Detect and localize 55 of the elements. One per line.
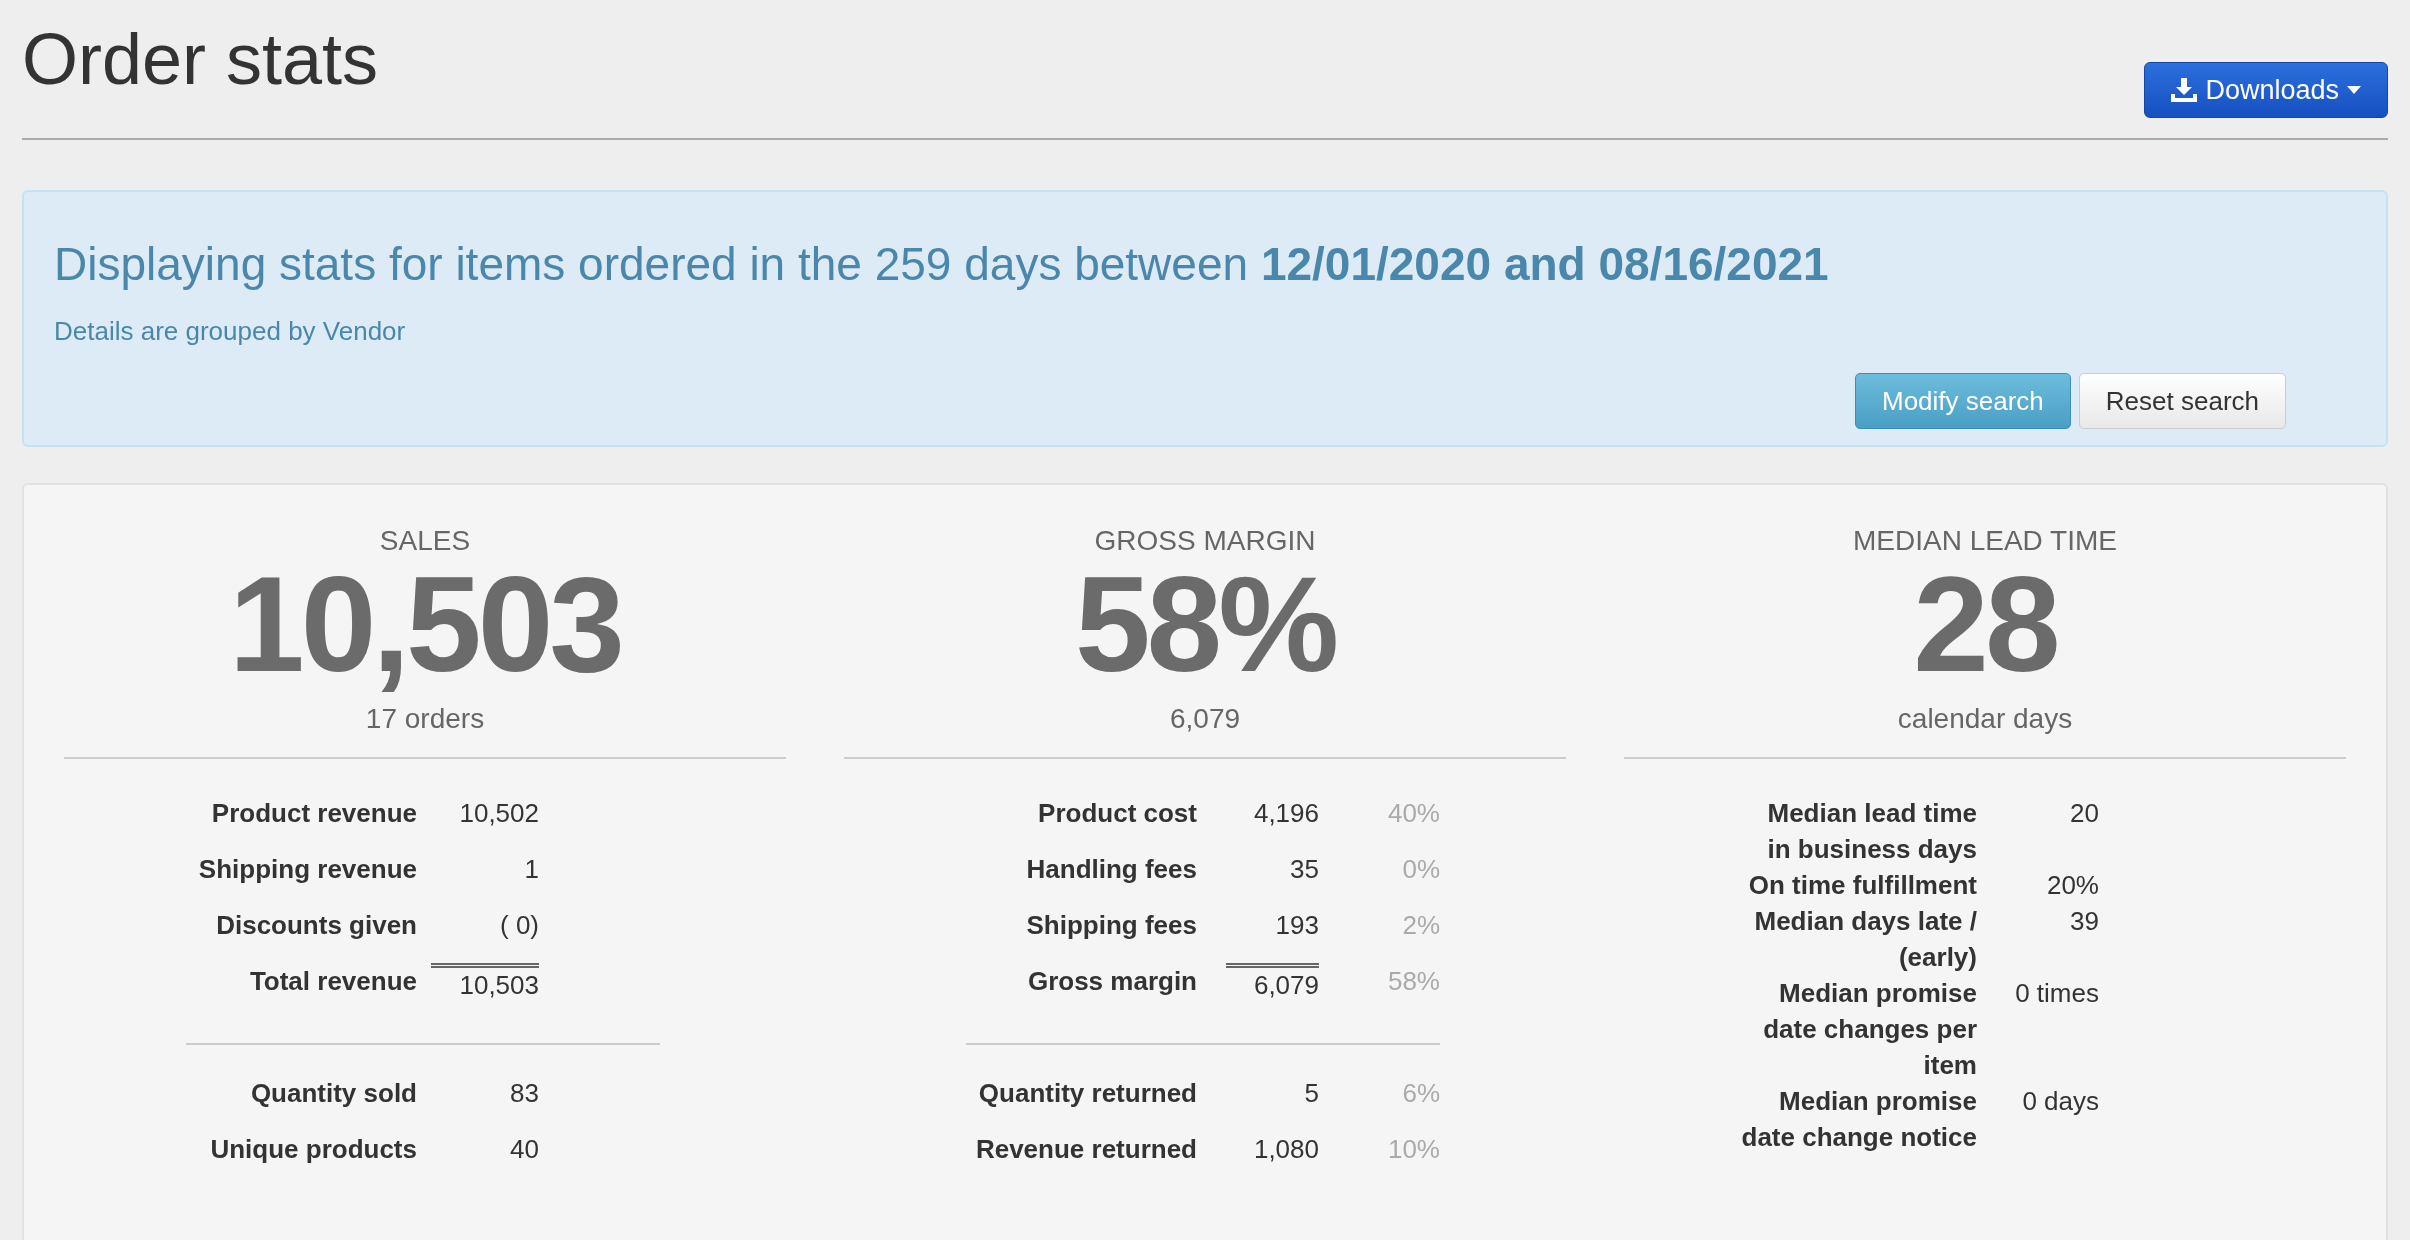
reset-search-button[interactable]: Reset search — [2078, 373, 2286, 429]
downloads-button[interactable]: Downloads — [2144, 62, 2388, 118]
row-percent: 10% — [1387, 1133, 1440, 1166]
row-value: 0 times — [2015, 977, 2099, 1010]
stat-value: 58% — [1074, 559, 1336, 689]
row-value: 35 — [1290, 853, 1319, 886]
row-label: Shipping fees — [1026, 909, 1197, 942]
stat-heading: SALES — [379, 524, 471, 558]
stat-heading: MEDIAN LEAD TIME — [1853, 524, 2117, 558]
row-value: 5 — [1304, 1077, 1319, 1110]
row-label: On time fulfillment — [1747, 869, 1977, 902]
row-percent: 6% — [1402, 1077, 1440, 1110]
row-label: Product cost — [1038, 797, 1197, 830]
row-percent: 40% — [1387, 797, 1440, 830]
stat-heading: GROSS MARGIN — [1094, 524, 1316, 558]
row-label: Shipping revenue — [198, 853, 417, 886]
row-label: Quantity returned — [978, 1077, 1197, 1110]
row-label: Total revenue — [249, 965, 417, 998]
row-label: Quantity sold — [250, 1077, 417, 1110]
row-value: 83 — [510, 1077, 539, 1110]
row-value: 4,196 — [1253, 797, 1319, 830]
row-label: Product revenue — [211, 797, 417, 830]
row-value: 20% — [2046, 869, 2099, 902]
page-title: Order stats — [22, 18, 379, 101]
stat-value: 28 — [1913, 559, 2057, 689]
row-value: 20 — [2070, 797, 2099, 830]
caret-icon — [2347, 86, 2361, 94]
row-percent: 2% — [1402, 909, 1440, 942]
row-value: 0 days — [2022, 1085, 2099, 1118]
stat-subtext: calendar days — [1897, 702, 2073, 736]
download-icon — [2171, 78, 2198, 102]
row-value: 193 — [1275, 909, 1319, 942]
row-value: 6,079 — [1225, 963, 1319, 1002]
info-heading: Displaying stats for items ordered in the 259 days between 12/01/2020 and 08/16/2021 — [54, 237, 1830, 292]
stat-subtext: 6,079 — [1169, 702, 1241, 736]
row-percent: 58% — [1387, 965, 1440, 998]
row-percent: 0% — [1402, 853, 1440, 886]
row-value: 40 — [510, 1133, 539, 1166]
row-value: ( 0) — [500, 909, 539, 942]
row-label: Revenue returned — [975, 1133, 1197, 1166]
row-value: 1 — [524, 853, 539, 886]
stat-subtext: 17 orders — [365, 702, 485, 736]
row-label: Discounts given — [216, 909, 417, 942]
row-label: Median days late / (early) — [1753, 905, 1977, 974]
row-label: Unique products — [210, 1133, 417, 1166]
row-value: 10,502 — [459, 797, 539, 830]
info-note: Details are grouped by Vendor — [54, 315, 407, 348]
row-label: Gross margin — [1027, 965, 1197, 998]
row-label: Median promise date changes per item — [1762, 977, 1977, 1082]
row-value: 39 — [2070, 905, 2099, 938]
row-label: Median promise date change notice — [1741, 1085, 1977, 1154]
row-label: Handling fees — [1026, 853, 1197, 886]
row-value: 1,080 — [1253, 1133, 1319, 1166]
row-value: 10,503 — [431, 963, 539, 1002]
row-label: Median lead time in business days — [1766, 797, 1977, 866]
